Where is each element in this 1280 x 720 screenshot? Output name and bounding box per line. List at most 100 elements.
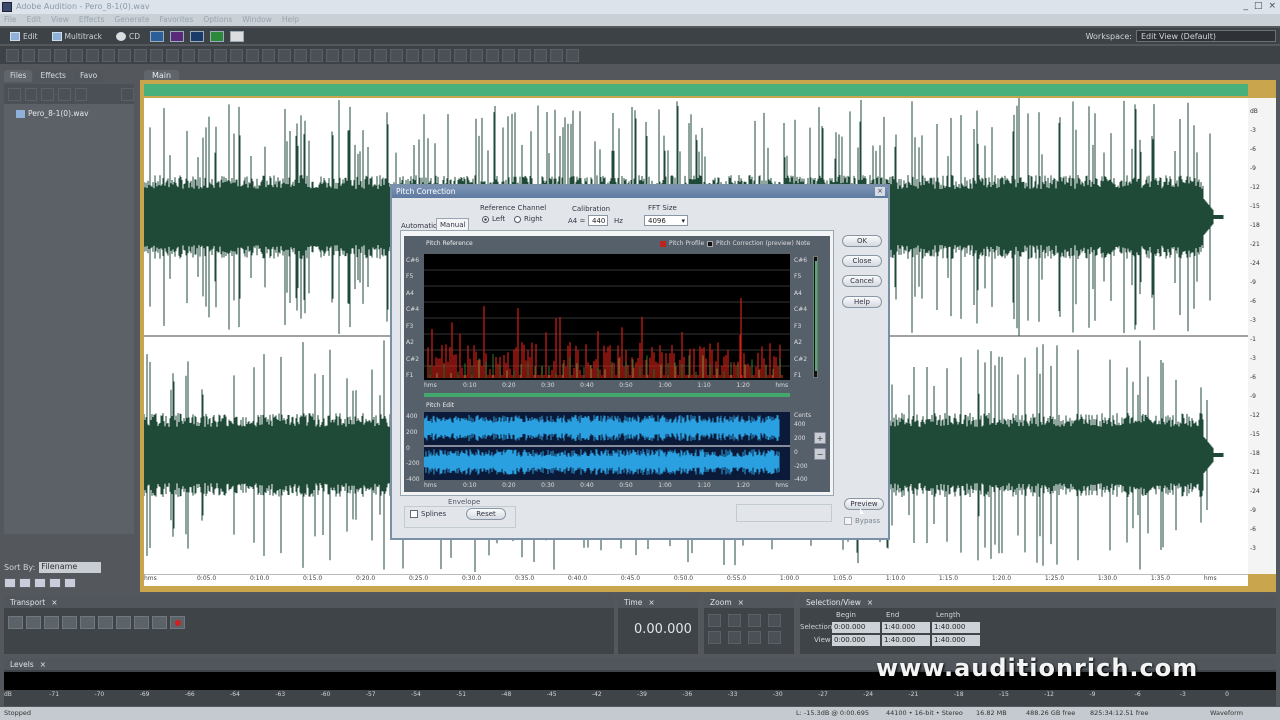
- selection-length-input[interactable]: 1:40.000: [932, 622, 980, 633]
- edit-view-button[interactable]: Edit: [6, 30, 42, 43]
- zoom-out-icon[interactable]: −: [814, 448, 826, 460]
- toolbar-button[interactable]: [118, 48, 131, 62]
- toolbar-button[interactable]: [134, 48, 147, 62]
- workspace-select[interactable]: Edit View (Default): [1136, 30, 1276, 42]
- toolbar-button[interactable]: [422, 48, 435, 62]
- menu-generate[interactable]: Generate: [114, 14, 149, 26]
- filter-audio-icon[interactable]: [4, 578, 16, 588]
- scrollbar-thumb[interactable]: [815, 261, 817, 371]
- splines-checkbox[interactable]: Splines: [410, 510, 446, 518]
- zoom-selection-icon[interactable]: [768, 614, 781, 627]
- edit-file-icon[interactable]: [41, 87, 55, 101]
- toolbar-button[interactable]: [230, 48, 243, 62]
- display-toggle-3[interactable]: [189, 30, 204, 42]
- menu-window[interactable]: Window: [242, 14, 272, 26]
- zoom-out-vertical-icon[interactable]: [768, 631, 781, 644]
- cursor-tool-icon[interactable]: [229, 30, 244, 42]
- maximize-button[interactable]: □: [1254, 1, 1263, 11]
- bypass-checkbox[interactable]: Bypass: [844, 517, 880, 525]
- toolbar-button[interactable]: [438, 48, 451, 62]
- dialog-close-button[interactable]: ×: [875, 187, 885, 196]
- sort-select[interactable]: Filename: [39, 562, 102, 573]
- panel-menu-icon[interactable]: [121, 87, 135, 101]
- import-file-icon[interactable]: [8, 87, 21, 101]
- toolbar-button[interactable]: [246, 48, 259, 62]
- play-button[interactable]: [26, 616, 41, 629]
- vertical-scrollbar[interactable]: [813, 256, 818, 378]
- toolbar-button[interactable]: [182, 48, 195, 62]
- close-window-button[interactable]: ×: [1268, 1, 1276, 11]
- zoom-full-icon[interactable]: [748, 614, 761, 627]
- reference-scrollbar[interactable]: [424, 393, 790, 397]
- play-file-icon[interactable]: [74, 87, 88, 101]
- help-button[interactable]: Help: [842, 296, 882, 308]
- zoom-in-horizontal-icon[interactable]: [708, 614, 721, 627]
- view-begin-input[interactable]: 0:00.000: [832, 635, 880, 646]
- stop-button[interactable]: [8, 616, 23, 629]
- filter-midi-icon[interactable]: [34, 578, 46, 588]
- toolbar-button[interactable]: [486, 48, 499, 62]
- toolbar-button[interactable]: [294, 48, 307, 62]
- selection-close-icon[interactable]: ×: [867, 598, 873, 607]
- minimize-button[interactable]: _: [1243, 1, 1248, 11]
- display-toggle-4[interactable]: [209, 30, 224, 42]
- filter-other-icon[interactable]: [64, 578, 76, 588]
- toolbar-button[interactable]: [518, 48, 531, 62]
- zoom-out-horizontal-icon[interactable]: [728, 614, 741, 627]
- tab-effects[interactable]: Effects: [34, 70, 72, 82]
- filter-video-icon[interactable]: [49, 578, 61, 588]
- toolbar-button[interactable]: [470, 48, 483, 62]
- toolbar-button[interactable]: [566, 48, 579, 62]
- zoom-in-vertical-icon[interactable]: [748, 631, 761, 644]
- toolbar-button[interactable]: [6, 48, 19, 62]
- cd-view-button[interactable]: CD: [112, 30, 144, 43]
- toolbar-button[interactable]: [358, 48, 371, 62]
- rewind-button[interactable]: [116, 616, 131, 629]
- toolbar-button[interactable]: [502, 48, 515, 62]
- menu-favorites[interactable]: Favorites: [159, 14, 193, 26]
- transport-close-icon[interactable]: ×: [51, 598, 57, 607]
- record-button[interactable]: [170, 616, 185, 629]
- menu-view[interactable]: View: [51, 14, 69, 26]
- toolbar-button[interactable]: [310, 48, 323, 62]
- toolbar-button[interactable]: [150, 48, 163, 62]
- fast-forward-button[interactable]: [134, 616, 149, 629]
- go-to-end-button[interactable]: [152, 616, 167, 629]
- insert-multitrack-icon[interactable]: [58, 87, 71, 101]
- toolbar-button[interactable]: [278, 48, 291, 62]
- pitch-edit-plot[interactable]: [423, 412, 790, 480]
- toolbar-button[interactable]: [22, 48, 35, 62]
- toolbar-button[interactable]: [550, 48, 563, 62]
- list-item-file[interactable]: Pero_8-1(0).wav: [16, 109, 89, 118]
- radio-left[interactable]: Left: [482, 215, 505, 223]
- cancel-button[interactable]: Cancel: [842, 275, 882, 287]
- toolbar-button[interactable]: [390, 48, 403, 62]
- toolbar-button[interactable]: [534, 48, 547, 62]
- close-file-icon[interactable]: [24, 87, 38, 101]
- radio-right[interactable]: Right: [514, 215, 542, 223]
- toolbar-button[interactable]: [262, 48, 275, 62]
- levels-close-icon[interactable]: ×: [40, 660, 46, 669]
- selection-end-input[interactable]: 1:40.000: [882, 622, 930, 633]
- selection-begin-input[interactable]: 0:00.000: [832, 622, 880, 633]
- toolbar-button[interactable]: [342, 48, 355, 62]
- toolbar-button[interactable]: [326, 48, 339, 62]
- play-to-end-button[interactable]: [62, 616, 77, 629]
- zoom-right-icon[interactable]: [728, 631, 741, 644]
- zoom-left-icon[interactable]: [708, 631, 721, 644]
- reset-button[interactable]: Reset: [466, 508, 506, 520]
- tab-files[interactable]: Files: [4, 70, 33, 82]
- toolbar-button[interactable]: [38, 48, 51, 62]
- pitch-reference-plot[interactable]: [424, 254, 790, 380]
- zoom-close-icon[interactable]: ×: [738, 598, 744, 607]
- filter-loop-icon[interactable]: [19, 578, 31, 588]
- calibration-input[interactable]: 440: [588, 215, 608, 226]
- menu-edit[interactable]: Edit: [27, 14, 42, 26]
- menu-effects[interactable]: Effects: [79, 14, 105, 26]
- toolbar-button[interactable]: [86, 48, 99, 62]
- zoom-in-icon[interactable]: +: [814, 432, 826, 444]
- close-button[interactable]: Close: [842, 255, 882, 267]
- loop-button[interactable]: [80, 616, 95, 629]
- ok-button[interactable]: OK: [842, 235, 882, 247]
- toolbar-button[interactable]: [454, 48, 467, 62]
